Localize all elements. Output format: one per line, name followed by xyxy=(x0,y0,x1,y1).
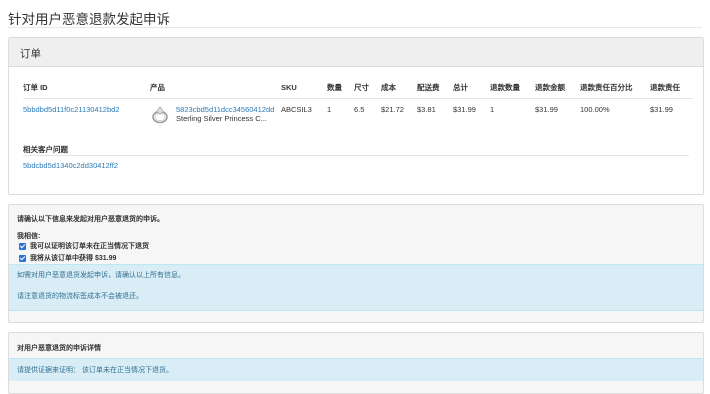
product-name: Sterling Silver Princess C... xyxy=(176,114,267,123)
col-refund-quantity: 退款数量 xyxy=(490,82,535,99)
checkbox-row-amount[interactable]: 我将从该订单中获得 $31.99 xyxy=(19,253,116,263)
col-sku: SKU xyxy=(281,82,327,99)
col-size: 尺寸 xyxy=(354,82,381,99)
col-shipping: 配送费 xyxy=(417,82,453,99)
order-panel-title: 订单 xyxy=(20,48,41,60)
checkbox-label-proof: 我可以证明该订单未在正当情况下退货 xyxy=(30,243,149,250)
checkbox-checked-icon[interactable] xyxy=(19,242,26,250)
info-line-confirm: 如需对用户恶意退货发起申诉，请确认以上所有信息。 xyxy=(17,272,185,279)
dispute-detail-title: 对用户恶意退货的申诉详情 xyxy=(17,345,101,352)
table-row: 5bbdbd5d11f0c21130412bd2 5823cbd5d11dcc3… xyxy=(23,99,693,125)
believe-label: 我相信: xyxy=(17,233,41,240)
confirm-panel: 请确认以下信息来发起对用户恶意退货的申诉。 我相信: 我可以证明该订单未在正当情… xyxy=(8,204,704,323)
order-id-link[interactable]: 5bbdbd5d11f0c21130412bd2 xyxy=(23,105,120,114)
order-panel-header: 订单 xyxy=(9,38,703,67)
cost-value: $21.72 xyxy=(381,105,404,114)
total-value: $31.99 xyxy=(453,105,476,114)
ring-product-image[interactable] xyxy=(150,105,170,125)
product-cell: 5823cbd5d11dcc34560412dd Sterling Silver… xyxy=(150,105,281,125)
checkbox-checked-icon[interactable] xyxy=(19,254,26,262)
size-value: 6.5 xyxy=(354,105,365,114)
dispute-detail-panel: 对用户恶意退货的申诉详情 请提供证据来证明： 该订单未在正当情况下退货。 xyxy=(8,332,704,394)
order-panel: 订单 订单 ID 产品 SKU 数量 尺寸 成本 配送费 总计 退款数量 退款金… xyxy=(8,37,704,195)
related-divider xyxy=(23,155,689,156)
quantity-value: 1 xyxy=(327,105,332,114)
confirm-prompt: 请确认以下信息来发起对用户恶意退货的申诉。 xyxy=(17,216,164,223)
col-refund-responsibility-pct: 退款责任百分比 xyxy=(580,82,650,99)
col-order-id: 订单 ID xyxy=(23,82,150,99)
related-issue-link[interactable]: 5bdcbd5d1340c2dd30412ff2 xyxy=(23,161,118,170)
page-title: 针对用户恶意退款发起申诉 xyxy=(8,12,170,27)
related-issue-label: 相关客户问题 xyxy=(23,145,68,154)
shipping-value: $3.81 xyxy=(417,105,436,114)
title-divider xyxy=(8,27,702,28)
col-product: 产品 xyxy=(150,82,281,99)
refund-amount-value: $31.99 xyxy=(535,105,558,114)
product-id-link[interactable]: 5823cbd5d11dcc34560412dd xyxy=(176,105,278,114)
refund-quantity-value: 1 xyxy=(490,105,495,114)
dispute-detail-info-text: 请提供证据来证明： 该订单未在正当情况下退货。 xyxy=(17,367,173,374)
dispute-detail-info: 请提供证据来证明： 该订单未在正当情况下退货。 xyxy=(9,358,703,381)
info-line-shipping-note: 请注意退货的物流标签成本不会被退还。 xyxy=(17,293,143,300)
refund-responsibility-value: $31.99 xyxy=(650,105,673,114)
order-table-header: 订单 ID 产品 SKU 数量 尺寸 成本 配送费 总计 退款数量 退款金额 退… xyxy=(23,82,693,99)
checkbox-label-amount: 我将从该订单中获得 $31.99 xyxy=(30,255,117,262)
order-table: 订单 ID 产品 SKU 数量 尺寸 成本 配送费 总计 退款数量 退款金额 退… xyxy=(23,82,693,125)
col-refund-amount: 退款金额 xyxy=(535,82,580,99)
refund-responsibility-pct-value: 100.00% xyxy=(580,105,610,114)
col-total: 总计 xyxy=(453,82,490,99)
checkbox-row-proof[interactable]: 我可以证明该订单未在正当情况下退货 xyxy=(19,241,149,251)
sku-value: ABCSIL3 xyxy=(281,105,312,114)
confirm-info-box: 如需对用户恶意退货发起申诉，请确认以上所有信息。 请注意退货的物流标签成本不会被… xyxy=(9,264,703,311)
col-refund-responsibility: 退款责任 xyxy=(650,82,693,99)
col-cost: 成本 xyxy=(381,82,417,99)
col-quantity: 数量 xyxy=(327,82,354,99)
